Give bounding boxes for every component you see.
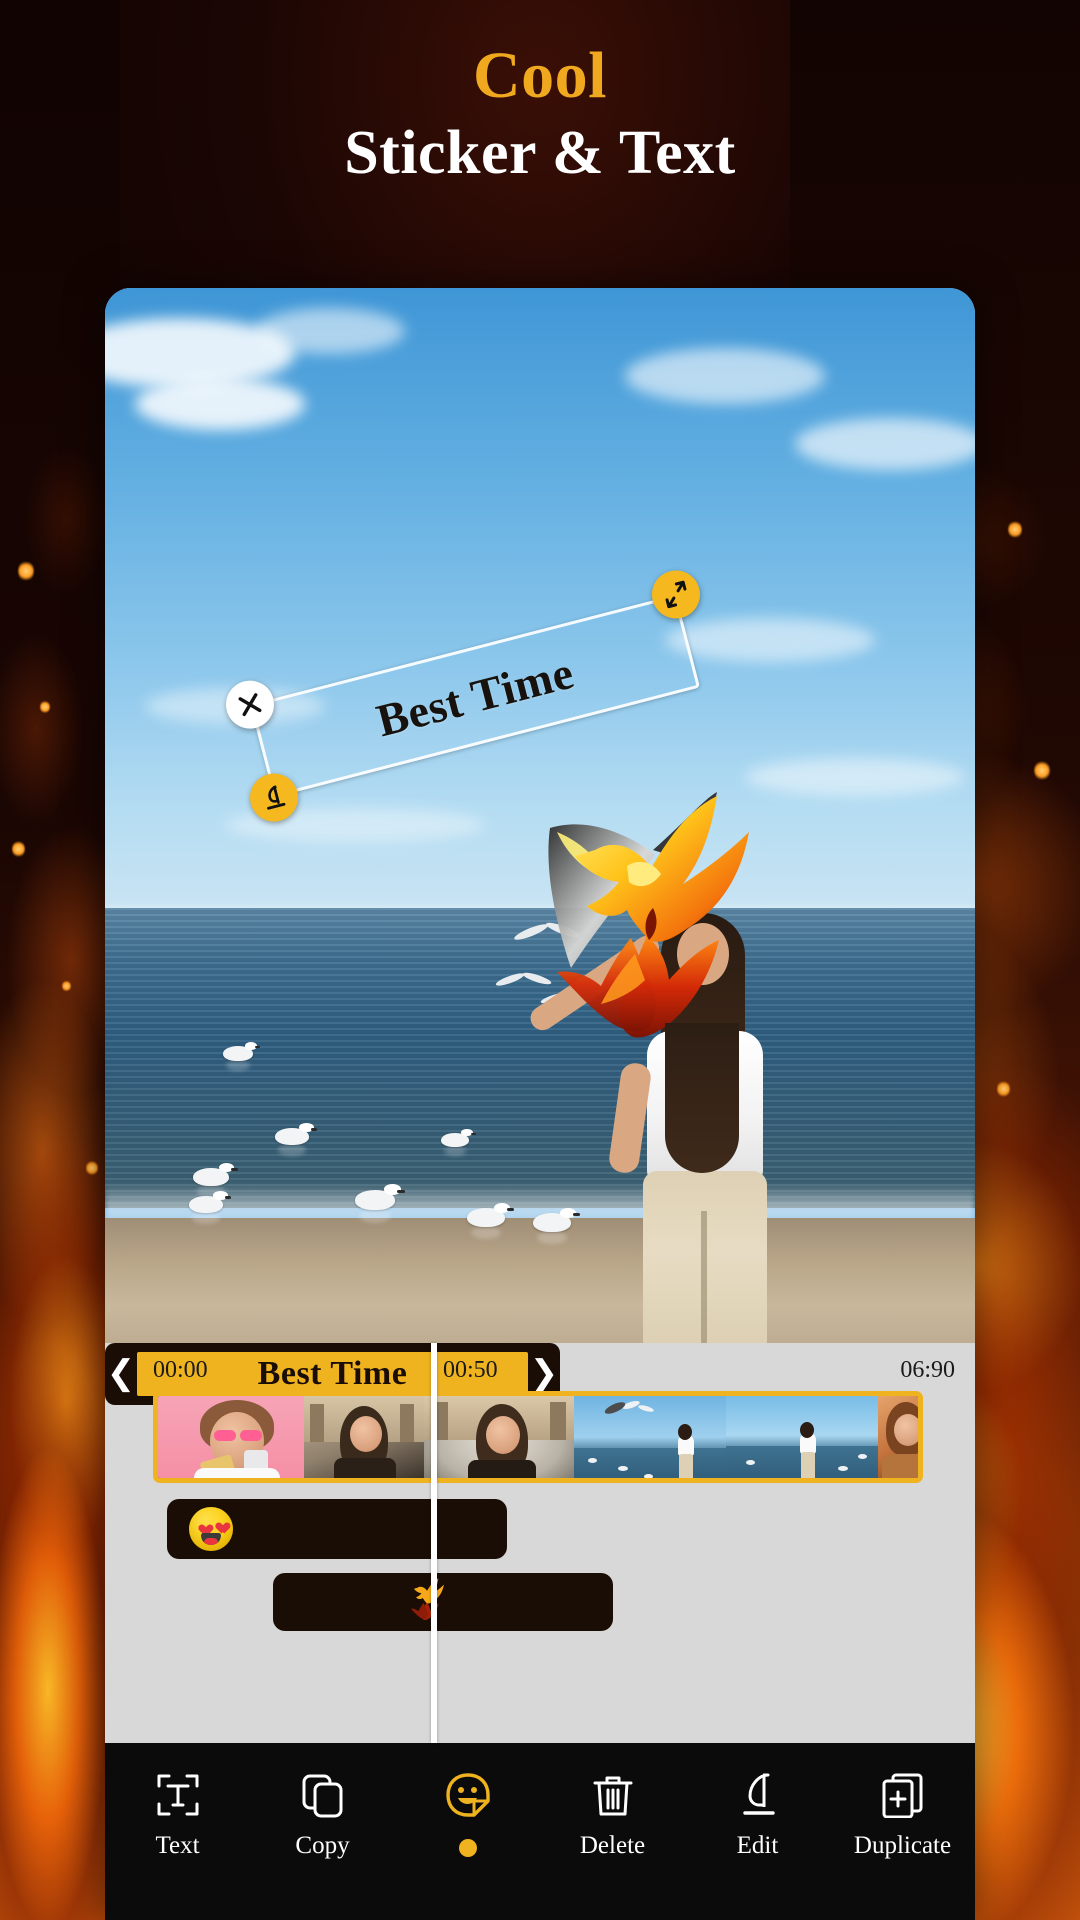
ember-spark bbox=[12, 840, 25, 858]
ember-spark bbox=[40, 700, 50, 714]
clip-thumbnail[interactable] bbox=[878, 1396, 918, 1478]
video-preview-canvas[interactable]: Best Time bbox=[105, 288, 975, 1343]
ember-spark bbox=[18, 560, 34, 582]
seagull bbox=[193, 1162, 238, 1198]
cloud bbox=[745, 758, 965, 796]
clip-thumbnail[interactable] bbox=[158, 1396, 304, 1478]
timeline-layer-emoji[interactable] bbox=[167, 1499, 507, 1559]
clip-thumbnail[interactable] bbox=[304, 1396, 424, 1478]
promo-headline: Cool Sticker & Text bbox=[0, 38, 1080, 190]
toolbar-label-delete: Delete bbox=[579, 1832, 646, 1859]
toolbar-label-edit: Edit bbox=[736, 1832, 779, 1859]
active-indicator-dot bbox=[458, 1839, 477, 1857]
toolbar-button-edit[interactable]: Edit bbox=[698, 1769, 818, 1859]
ember-spark bbox=[997, 1080, 1010, 1098]
long-hair bbox=[665, 1023, 739, 1173]
toolbar-button-sticker[interactable] bbox=[408, 1769, 528, 1859]
copy-icon bbox=[297, 1769, 349, 1821]
ruler-time-middle: 00:50 bbox=[443, 1357, 498, 1383]
headline-line-1: Cool bbox=[473, 39, 607, 112]
seagull bbox=[355, 1184, 405, 1223]
heart-eyes-emoji-icon bbox=[189, 1507, 233, 1551]
bottom-toolbar: Text Copy Delete Edit Duplicate bbox=[105, 1743, 975, 1920]
cloud bbox=[625, 348, 825, 404]
video-clip-track[interactable] bbox=[153, 1391, 923, 1483]
ember-spark bbox=[1034, 760, 1050, 781]
close-glyph bbox=[238, 693, 262, 717]
time-ruler: 00:00 00:50 06:90 bbox=[105, 1343, 975, 1391]
resize-glyph bbox=[665, 580, 687, 609]
seagull bbox=[467, 1202, 515, 1240]
headline-line-2: Sticker & Text bbox=[344, 119, 736, 187]
toolbar-button-text[interactable]: Text bbox=[118, 1769, 238, 1859]
toolbar-button-delete[interactable]: Delete bbox=[553, 1769, 673, 1859]
playhead[interactable] bbox=[431, 1343, 437, 1743]
ruler-time-start: 00:00 bbox=[153, 1357, 208, 1383]
flame-left bbox=[0, 0, 120, 1920]
app-screen: Best Time 00:00 00:50 06:90 ❮ Best Time … bbox=[105, 288, 975, 1920]
pencil-icon bbox=[732, 1769, 784, 1821]
seagull bbox=[275, 1123, 318, 1157]
cloud bbox=[135, 378, 305, 430]
toolbar-label-text: Text bbox=[155, 1832, 200, 1859]
cloud bbox=[665, 618, 875, 662]
toolbar-label-duplicate: Duplicate bbox=[853, 1832, 952, 1859]
ember-spark bbox=[1008, 520, 1022, 539]
pencil-glyph bbox=[267, 785, 286, 810]
duplicate-icon bbox=[877, 1769, 929, 1821]
seagull bbox=[223, 1041, 261, 1071]
seagull bbox=[189, 1191, 232, 1225]
clip-thumbnail[interactable] bbox=[574, 1396, 726, 1478]
phoenix-glyph bbox=[410, 1578, 444, 1621]
cloud bbox=[255, 308, 405, 354]
ember-spark bbox=[62, 980, 71, 992]
timeline-layer-phoenix[interactable] bbox=[273, 1573, 613, 1631]
ruler-time-end: 06:90 bbox=[900, 1357, 955, 1383]
toolbar-button-duplicate[interactable]: Duplicate bbox=[843, 1769, 963, 1859]
clip-thumbnail[interactable] bbox=[726, 1396, 878, 1478]
beige-pants bbox=[643, 1171, 767, 1343]
seagull bbox=[441, 1129, 476, 1157]
toolbar-button-copy[interactable]: Copy bbox=[263, 1769, 383, 1859]
phoenix-icon bbox=[403, 1577, 449, 1627]
toolbar-label-copy: Copy bbox=[295, 1832, 350, 1859]
clip-thumbnail[interactable] bbox=[424, 1396, 574, 1478]
text-frame-icon bbox=[152, 1769, 204, 1821]
seagull bbox=[533, 1207, 581, 1245]
timeline-panel[interactable]: 00:00 00:50 06:90 ❮ Best Time ❯ bbox=[105, 1343, 975, 1743]
sticker-face-icon bbox=[442, 1769, 494, 1821]
ember-spark bbox=[86, 1160, 98, 1176]
trash-icon bbox=[587, 1769, 639, 1821]
cloud bbox=[795, 418, 975, 470]
